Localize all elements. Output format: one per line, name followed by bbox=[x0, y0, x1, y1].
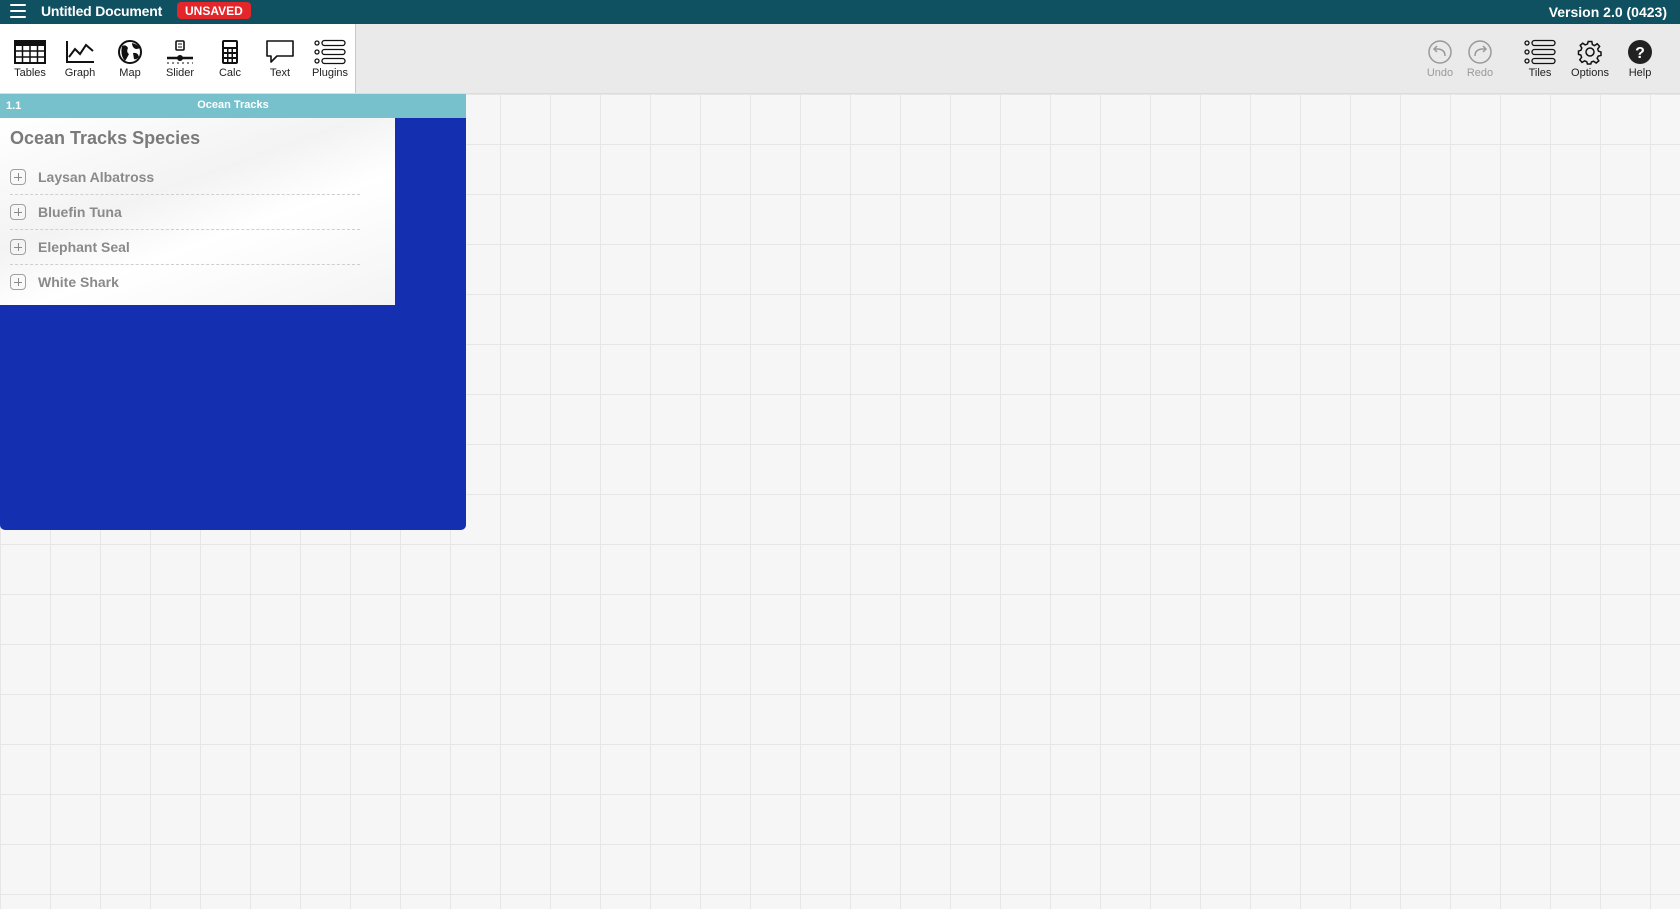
tool-shelf: Tables Graph Map Slider Calc Text Plugin… bbox=[0, 24, 356, 93]
expand-plus-icon[interactable] bbox=[10, 239, 26, 255]
hamburger-menu-icon[interactable] bbox=[10, 4, 26, 18]
graph-label: Graph bbox=[64, 67, 96, 79]
globe-icon bbox=[118, 40, 142, 64]
document-title[interactable]: Untitled Document bbox=[41, 3, 162, 19]
tile-index: 1.1 bbox=[6, 100, 22, 112]
calculator-icon bbox=[222, 40, 238, 64]
ocean-tracks-tile[interactable]: Ocean Tracks 1.1 Ocean Tracks Species La… bbox=[0, 94, 466, 530]
svg-text:?: ? bbox=[1635, 45, 1645, 62]
help-icon: ? bbox=[1628, 40, 1652, 64]
tables-label: Tables bbox=[14, 67, 46, 79]
graph-icon bbox=[66, 41, 94, 63]
expand-plus-icon[interactable] bbox=[10, 204, 26, 220]
title-bar: Untitled Document UNSAVED Version 2.0 (0… bbox=[0, 0, 1680, 24]
species-name: Elephant Seal bbox=[38, 239, 130, 255]
plugins-button[interactable]: Plugins bbox=[305, 24, 355, 93]
slider-button[interactable]: Slider bbox=[155, 24, 205, 93]
tiles-button[interactable]: Tiles bbox=[1515, 24, 1565, 93]
species-item-elephant-seal[interactable]: Elephant Seal bbox=[10, 230, 360, 265]
species-panel: Ocean Tracks Species Laysan Albatross Bl… bbox=[0, 118, 395, 305]
redo-icon bbox=[1468, 40, 1492, 64]
species-item-bluefin-tuna[interactable]: Bluefin Tuna bbox=[10, 195, 360, 230]
tiles-list-icon bbox=[1524, 39, 1556, 65]
version-label: Version 2.0 (0423) bbox=[1548, 4, 1667, 20]
undo-label: Undo bbox=[1426, 67, 1454, 79]
map-button[interactable]: Map bbox=[105, 24, 155, 93]
undo-icon bbox=[1428, 40, 1452, 64]
species-item-laysan-albatross[interactable]: Laysan Albatross bbox=[10, 160, 360, 195]
help-button[interactable]: ? Help bbox=[1615, 24, 1665, 93]
help-label: Help bbox=[1628, 67, 1652, 79]
tile-header[interactable]: Ocean Tracks 1.1 bbox=[0, 94, 466, 118]
calc-label: Calc bbox=[218, 67, 241, 79]
graph-button[interactable]: Graph bbox=[55, 24, 105, 93]
species-name: Laysan Albatross bbox=[38, 169, 155, 185]
slider-icon bbox=[167, 40, 193, 64]
species-name: Bluefin Tuna bbox=[38, 204, 122, 220]
expand-plus-icon[interactable] bbox=[10, 274, 26, 290]
redo-label: Redo bbox=[1466, 67, 1494, 79]
plugins-list-icon bbox=[314, 39, 346, 65]
redo-button[interactable]: Redo bbox=[1455, 24, 1505, 93]
gear-icon bbox=[1577, 40, 1602, 65]
speech-bubble-icon bbox=[266, 40, 294, 63]
options-button[interactable]: Options bbox=[1565, 24, 1615, 93]
species-item-white-shark[interactable]: White Shark bbox=[10, 265, 360, 299]
map-label: Map bbox=[119, 67, 141, 79]
unsaved-status-badge: UNSAVED bbox=[177, 2, 251, 19]
expand-plus-icon[interactable] bbox=[10, 169, 26, 185]
slider-label: Slider bbox=[165, 67, 195, 79]
species-list: Laysan Albatross Bluefin Tuna Elephant S… bbox=[10, 160, 360, 299]
species-heading: Ocean Tracks Species bbox=[10, 128, 201, 148]
species-name: White Shark bbox=[38, 274, 119, 290]
calc-button[interactable]: Calc bbox=[205, 24, 255, 93]
text-label: Text bbox=[269, 67, 291, 79]
tile-title: Ocean Tracks bbox=[197, 99, 269, 111]
options-label: Options bbox=[1571, 67, 1609, 79]
tables-button[interactable]: Tables bbox=[5, 24, 55, 93]
table-icon bbox=[14, 40, 46, 64]
plugins-label: Plugins bbox=[311, 67, 349, 79]
text-button[interactable]: Text bbox=[255, 24, 305, 93]
toolbar: Tables Graph Map Slider Calc Text Plugin… bbox=[0, 24, 1680, 94]
tiles-label: Tiles bbox=[1528, 67, 1552, 79]
